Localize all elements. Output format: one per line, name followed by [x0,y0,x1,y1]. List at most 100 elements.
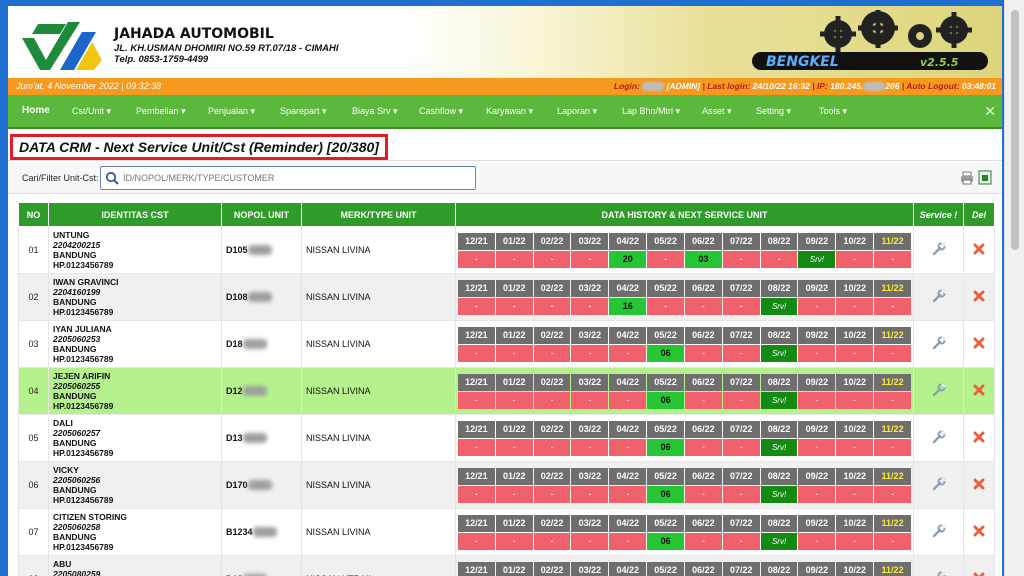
nav-karyawan[interactable]: Karyawan ▾ [486,106,533,117]
month-label: 04/22 [609,373,647,391]
cst-hp: HP.0123456789 [53,448,114,458]
delete-cell [963,508,995,556]
delete-icon[interactable] [973,337,985,349]
wrench-icon[interactable] [932,477,946,491]
history-cell: Srv! [760,485,798,503]
table-row: 04 JEJEN ARIFIN 2205060255 BANDUNG HP.012345… [18,367,995,415]
month-label: 08/22 [760,326,798,344]
nav-penjualan[interactable]: Penjualan ▾ [208,106,255,117]
delete-cell [963,273,995,321]
cst-city: BANDUNG [53,438,97,448]
month-label: 11/22 [874,514,911,532]
month-label: 07/22 [722,279,760,297]
nav-cashflow[interactable]: Cashflow ▾ [419,106,463,117]
month-label: 09/22 [798,467,836,485]
col-merk: MERK/TYPE UNIT [301,202,456,227]
month-label: 10/22 [836,514,874,532]
month-label: 12/21 [458,420,495,438]
history-cell: - [571,485,609,503]
merk-cell: NISSAN LIVINA [301,226,456,274]
delete-icon[interactable] [973,243,985,255]
delete-cell [963,320,995,368]
delete-cell [963,414,995,462]
scrollbar-thumb[interactable] [1011,10,1019,250]
service-cell [913,555,964,576]
history-cell: - [874,438,911,456]
history-cell: - [458,297,495,315]
cst-hp: HP.0123456789 [53,495,114,505]
nav-home[interactable]: Home [22,105,50,116]
service-cell [913,414,964,462]
month-label: 10/22 [836,326,874,344]
cst-city: BANDUNG [53,250,97,260]
nav-pembelian[interactable]: Pembelian ▾ [136,106,186,117]
month-label: 01/22 [495,467,533,485]
month-label: 07/22 [722,467,760,485]
nav-asset[interactable]: Asset ▾ [702,106,732,117]
history-cell: Srv! [760,344,798,362]
history-cell: - [609,344,647,362]
cst-identity: ABU2205080259BANDUNGHP.0123456789 [48,555,222,576]
delete-icon[interactable] [973,478,985,490]
close-icon[interactable]: ✕ [984,103,996,120]
month-label: 07/22 [722,514,760,532]
cst-id: 2205060257 [53,428,101,438]
history-cell: - [495,391,533,409]
month-label: 02/22 [533,420,571,438]
month-label: 05/22 [647,279,684,297]
delete-icon[interactable] [973,290,985,302]
wrench-icon[interactable] [932,289,946,303]
wrench-icon[interactable] [932,336,946,350]
delete-icon[interactable] [973,572,985,576]
nav-tools[interactable]: Tools ▾ [819,106,847,117]
delete-icon[interactable] [973,384,985,396]
month-label: 12/21 [458,561,495,576]
delete-cell [963,555,995,576]
wrench-icon[interactable] [932,242,946,256]
history-cell: - [647,250,684,268]
history-cell: - [533,297,571,315]
cst-id: 2205060256 [53,475,101,485]
cst-hp: HP.0123456789 [53,260,114,270]
nav-lap-bhn-mtrl[interactable]: Lap Bhn/Mtrl ▾ [622,106,680,117]
month-label: 06/22 [684,561,722,576]
cst-hp: HP.0123456789 [53,307,114,317]
history-cell: - [684,344,722,362]
delete-icon[interactable] [973,525,985,537]
col-service: Service ! [913,202,964,227]
wrench-icon[interactable] [932,430,946,444]
row-no: 01 [18,226,49,274]
excel-export-icon[interactable] [978,170,992,185]
delete-icon[interactable] [973,431,985,443]
nav-sparepart[interactable]: Sparepart ▾ [280,106,327,117]
page-scrollbar[interactable] [1004,0,1024,576]
nav-biaya-srv[interactable]: Biaya Srv ▾ [352,106,398,117]
wrench-icon[interactable] [932,524,946,538]
month-label: 09/22 [798,561,836,576]
delete-cell [963,367,995,415]
month-label: 08/22 [760,373,798,391]
cst-name: VICKY [53,465,79,475]
wrench-icon[interactable] [932,571,946,576]
filter-input[interactable] [123,170,463,186]
history-cell: - [495,250,533,268]
wrench-icon[interactable] [932,383,946,397]
month-label: 07/22 [722,232,760,250]
nopol-text: D105 [226,244,248,255]
nav-laporan[interactable]: Laporan ▾ [557,106,597,117]
history-cell: - [836,297,874,315]
table-header-row: NO IDENTITAS CST NOPOL UNIT MERK/TYPE UN… [18,202,995,227]
month-label: 03/22 [571,373,609,391]
month-label: 07/22 [722,326,760,344]
filter-input-box[interactable] [100,166,476,190]
nav-cst-unit[interactable]: Cst/Unit ▾ [72,106,111,117]
nav-setting[interactable]: Setting ▾ [756,106,791,117]
month-label: 04/22 [609,279,647,297]
printer-icon[interactable] [960,171,974,185]
table-body: 01 UNTUNG 2204200215 BANDUNG HP.0123456789 D1… [18,226,995,576]
history-cell: - [760,250,798,268]
month-label: 02/22 [533,561,571,576]
table-row: 07 CITIZEN STORING 2205060258 BANDUNG HP.012… [18,508,995,556]
month-label: 01/22 [495,232,533,250]
table-row: 05 DALI 2205060257 BANDUNG HP.0123456789 D13 N… [18,414,995,462]
